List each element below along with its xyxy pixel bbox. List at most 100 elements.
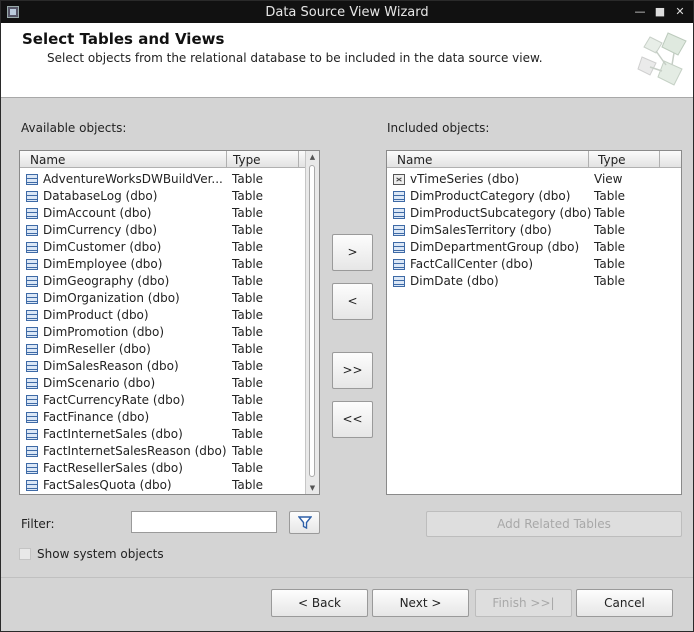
maximize-icon[interactable]: ■ bbox=[651, 3, 669, 21]
item-name: DimAccount (dbo) bbox=[43, 206, 152, 220]
list-item[interactable]: FactCurrencyRate (dbo) Table bbox=[20, 392, 319, 409]
item-type: Table bbox=[232, 257, 264, 271]
item-type: Table bbox=[232, 359, 264, 373]
list-item[interactable]: DimProductCategory (dbo) Table bbox=[387, 188, 681, 205]
remove-all-button[interactable]: << bbox=[332, 401, 373, 438]
item-name: DimReseller (dbo) bbox=[43, 342, 151, 356]
page-subtitle: Select objects from the relational datab… bbox=[47, 51, 543, 65]
item-type: Table bbox=[232, 461, 264, 475]
add-all-button[interactable]: >> bbox=[332, 352, 373, 389]
table-icon bbox=[26, 463, 38, 474]
table-icon bbox=[26, 174, 38, 185]
next-button[interactable]: Next > bbox=[372, 589, 469, 617]
list-item[interactable]: DimCurrency (dbo) Table bbox=[20, 222, 319, 239]
list-item[interactable]: DimEmployee (dbo) Table bbox=[20, 256, 319, 273]
item-type: Table bbox=[232, 427, 264, 441]
table-icon bbox=[393, 276, 405, 287]
item-type: Table bbox=[232, 223, 264, 237]
column-type-header[interactable]: Type bbox=[598, 153, 626, 167]
filter-button[interactable] bbox=[289, 511, 320, 534]
item-name: FactInternetSales (dbo) bbox=[43, 427, 183, 441]
list-item[interactable]: DimPromotion (dbo) Table bbox=[20, 324, 319, 341]
item-type: Table bbox=[232, 478, 264, 492]
list-item[interactable]: DimDepartmentGroup (dbo) Table bbox=[387, 239, 681, 256]
available-objects-list[interactable]: Name Type ▲ ▼ AdventureWorksDWBuildVer..… bbox=[19, 150, 320, 495]
list-item[interactable]: DimScenario (dbo) Table bbox=[20, 375, 319, 392]
list-item[interactable]: DimSalesTerritory (dbo) Table bbox=[387, 222, 681, 239]
list-item[interactable]: FactInternetSalesReason (dbo) Table bbox=[20, 443, 319, 460]
item-name: DimPromotion (dbo) bbox=[43, 325, 165, 339]
list-item[interactable]: FactFinance (dbo) Table bbox=[20, 409, 319, 426]
table-icon bbox=[26, 191, 38, 202]
item-type: Table bbox=[594, 223, 626, 237]
item-name: DimCustomer (dbo) bbox=[43, 240, 162, 254]
item-name: DimOrganization (dbo) bbox=[43, 291, 180, 305]
close-icon[interactable]: ✕ bbox=[671, 3, 689, 21]
item-name: FactResellerSales (dbo) bbox=[43, 461, 183, 475]
finish-button[interactable]: Finish >>| bbox=[475, 589, 572, 617]
list-item[interactable]: DimGeography (dbo) Table bbox=[20, 273, 319, 290]
item-name: AdventureWorksDWBuildVer... bbox=[43, 172, 223, 186]
filter-input[interactable] bbox=[131, 511, 277, 533]
add-selected-button[interactable]: > bbox=[332, 234, 373, 271]
table-icon bbox=[26, 361, 38, 372]
included-column-header: Name Type bbox=[387, 151, 681, 168]
list-item[interactable]: DimOrganization (dbo) Table bbox=[20, 290, 319, 307]
list-item[interactable]: DimDate (dbo) Table bbox=[387, 273, 681, 290]
wizard-graphic-icon bbox=[637, 32, 687, 86]
list-item[interactable]: DimSalesReason (dbo) Table bbox=[20, 358, 319, 375]
list-item[interactable]: DimAccount (dbo) Table bbox=[20, 205, 319, 222]
item-name: DatabaseLog (dbo) bbox=[43, 189, 158, 203]
item-type: Table bbox=[594, 240, 626, 254]
item-type: Table bbox=[232, 240, 264, 254]
table-icon bbox=[26, 327, 38, 338]
item-type: Table bbox=[232, 342, 264, 356]
remove-selected-button[interactable]: < bbox=[332, 283, 373, 320]
column-type-header[interactable]: Type bbox=[233, 153, 261, 167]
table-icon bbox=[26, 344, 38, 355]
item-name: FactFinance (dbo) bbox=[43, 410, 150, 424]
item-type: Table bbox=[594, 189, 626, 203]
minimize-icon[interactable]: — bbox=[631, 3, 649, 21]
item-type: Table bbox=[232, 444, 264, 458]
included-objects-list[interactable]: Name Type vTimeSeries (dbo) View DimProduc… bbox=[386, 150, 682, 495]
item-name: DimDepartmentGroup (dbo) bbox=[410, 240, 580, 254]
item-name: DimProductSubcategory (dbo) bbox=[410, 206, 592, 220]
show-system-objects-checkbox[interactable] bbox=[19, 548, 31, 560]
item-type: Table bbox=[232, 274, 264, 288]
item-type: Table bbox=[232, 308, 264, 322]
item-name: FactCallCenter (dbo) bbox=[410, 257, 533, 271]
list-item[interactable]: FactInternetSales (dbo) Table bbox=[20, 426, 319, 443]
show-system-objects-label: Show system objects bbox=[37, 547, 164, 561]
list-item[interactable]: vTimeSeries (dbo) View bbox=[387, 171, 681, 188]
list-item[interactable]: DimCustomer (dbo) Table bbox=[20, 239, 319, 256]
item-type: Table bbox=[594, 274, 626, 288]
list-item[interactable]: FactCallCenter (dbo) Table bbox=[387, 256, 681, 273]
list-item[interactable]: DatabaseLog (dbo) Table bbox=[20, 188, 319, 205]
item-type: Table bbox=[232, 291, 264, 305]
list-item[interactable]: DimProduct (dbo) Table bbox=[20, 307, 319, 324]
add-related-tables-button[interactable]: Add Related Tables bbox=[426, 511, 682, 537]
column-name-header[interactable]: Name bbox=[397, 153, 432, 167]
list-item[interactable]: DimProductSubcategory (dbo) Table bbox=[387, 205, 681, 222]
item-name: DimProduct (dbo) bbox=[43, 308, 149, 322]
column-name-header[interactable]: Name bbox=[30, 153, 65, 167]
title-bar: Data Source View Wizard — ■ ✕ bbox=[1, 1, 693, 23]
table-icon bbox=[26, 225, 38, 236]
funnel-icon bbox=[298, 516, 312, 529]
back-button[interactable]: < Back bbox=[271, 589, 368, 617]
table-icon bbox=[26, 242, 38, 253]
table-icon bbox=[26, 208, 38, 219]
available-column-header: Name Type bbox=[20, 151, 306, 168]
table-icon bbox=[26, 446, 38, 457]
item-name: FactCurrencyRate (dbo) bbox=[43, 393, 185, 407]
cancel-button[interactable]: Cancel bbox=[576, 589, 673, 617]
list-item[interactable]: AdventureWorksDWBuildVer... Table bbox=[20, 171, 319, 188]
item-name: FactSalesQuota (dbo) bbox=[43, 478, 172, 492]
page-title: Select Tables and Views bbox=[22, 30, 225, 48]
list-item[interactable]: DimReseller (dbo) Table bbox=[20, 341, 319, 358]
scroll-up-icon[interactable]: ▲ bbox=[306, 151, 319, 163]
list-item[interactable]: FactResellerSales (dbo) Table bbox=[20, 460, 319, 477]
item-name: DimSalesReason (dbo) bbox=[43, 359, 179, 373]
list-item[interactable]: FactSalesQuota (dbo) Table bbox=[20, 477, 319, 494]
